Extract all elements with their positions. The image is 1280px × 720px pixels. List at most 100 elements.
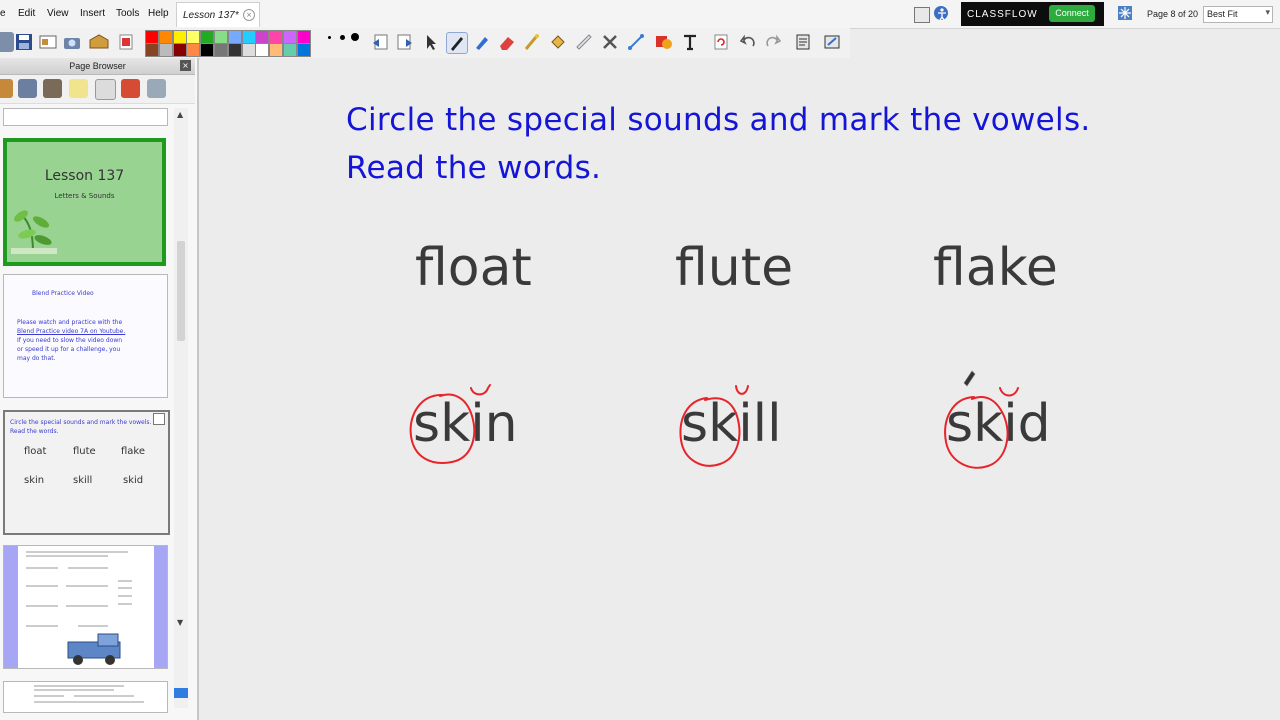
camera-icon[interactable] xyxy=(62,32,82,52)
toolbox-icon[interactable] xyxy=(822,32,842,52)
color-swatch[interactable] xyxy=(158,43,173,57)
reset-page-icon[interactable] xyxy=(711,32,731,52)
word-skill[interactable]: skill xyxy=(681,394,782,454)
color-swatch[interactable] xyxy=(145,30,159,44)
color-swatch[interactable] xyxy=(214,30,228,44)
notes-page-icon[interactable] xyxy=(69,79,88,98)
shapes-icon[interactable] xyxy=(653,32,673,52)
scroll-thumb[interactable] xyxy=(177,241,185,341)
menu-edit[interactable]: Edit xyxy=(18,8,35,19)
fill-bucket-icon[interactable] xyxy=(548,32,568,52)
menu-tools[interactable]: Tools xyxy=(116,8,139,19)
color-swatch[interactable] xyxy=(158,30,173,44)
color-swatch[interactable] xyxy=(214,43,228,57)
page-thumbnail-video[interactable]: Blend Practice Video Please watch and pr… xyxy=(3,274,168,398)
redo-icon[interactable] xyxy=(763,32,783,52)
save-icon[interactable] xyxy=(14,32,34,52)
pen-size-large[interactable] xyxy=(351,33,359,41)
color-swatch[interactable] xyxy=(269,30,284,44)
ruler-icon[interactable] xyxy=(574,32,594,52)
color-swatch[interactable] xyxy=(269,43,284,57)
close-panel-icon[interactable]: × xyxy=(180,60,191,71)
select-pointer-icon[interactable] xyxy=(421,32,441,52)
video-thumb-line-2: Blend Practice video 7A on Youtube. xyxy=(17,328,126,335)
folder-icon[interactable] xyxy=(0,79,13,98)
word-flake[interactable]: flake xyxy=(933,238,1058,298)
breve-mark-skill xyxy=(735,385,749,395)
zoom-select[interactable]: Best Fit ▾ xyxy=(1203,6,1273,23)
color-swatch[interactable] xyxy=(172,30,187,44)
scroll-up-icon[interactable]: ▲ xyxy=(177,110,183,119)
menu-insert[interactable]: Insert xyxy=(80,8,105,19)
color-swatch[interactable] xyxy=(283,43,297,57)
flipchart-icon[interactable] xyxy=(793,32,813,52)
pen-tool-icon[interactable] xyxy=(446,32,468,54)
flipchart-canvas[interactable]: Circle the special sounds and mark the v… xyxy=(200,58,1280,720)
highlighter-icon[interactable] xyxy=(472,32,492,52)
page-thumbnail-cover[interactable]: Lesson 137 Letters & Sounds xyxy=(3,138,166,266)
color-swatch[interactable] xyxy=(296,43,311,57)
word-flute[interactable]: flute xyxy=(675,238,793,298)
print-icon[interactable] xyxy=(116,32,136,52)
color-swatch[interactable] xyxy=(145,43,159,57)
page-icon[interactable] xyxy=(0,32,14,52)
scroll-down-icon[interactable]: ▼ xyxy=(177,618,183,627)
pen-size-medium[interactable] xyxy=(340,35,345,40)
page-menu-icon[interactable] xyxy=(153,413,165,425)
connect-button[interactable]: Connect xyxy=(1049,5,1095,22)
color-swatch[interactable] xyxy=(200,43,215,57)
color-swatch[interactable] xyxy=(296,30,311,44)
word-float[interactable]: float xyxy=(415,238,532,298)
page-grid-icon[interactable] xyxy=(18,79,37,98)
spinner-icon[interactable] xyxy=(121,79,140,98)
page-thumbnail-current[interactable]: Circle the special sounds and mark the v… xyxy=(3,410,170,535)
image-insert-icon[interactable] xyxy=(38,32,58,52)
color-swatch[interactable] xyxy=(241,43,256,57)
tools-icon[interactable] xyxy=(600,32,620,52)
word-skin[interactable]: skin xyxy=(413,394,518,454)
menu-file[interactable]: e xyxy=(0,8,6,19)
page-thumbnail-next[interactable] xyxy=(3,681,168,713)
home-icon[interactable] xyxy=(43,79,62,98)
current-thumb-word: skin xyxy=(24,475,45,486)
video-thumb-line-3: If you need to slow the video down xyxy=(17,337,123,344)
edit-icon[interactable] xyxy=(147,79,166,98)
color-swatch[interactable] xyxy=(241,30,256,44)
color-swatch[interactable] xyxy=(255,30,270,44)
color-swatch[interactable] xyxy=(172,43,187,57)
color-swatch[interactable] xyxy=(186,30,201,44)
page-browser-scrollbar[interactable]: ▲ ▼ xyxy=(174,108,188,708)
word-skid[interactable]: skid xyxy=(946,394,1051,454)
text-tool-icon[interactable] xyxy=(680,32,700,52)
menu-bar: e Edit View Insert Tools Help Lesson 137… xyxy=(0,0,1280,29)
page-thumbnail-worksheet[interactable] xyxy=(3,545,168,669)
menu-help[interactable]: Help xyxy=(148,8,169,19)
notes-icon[interactable] xyxy=(914,7,930,23)
eraser-icon[interactable] xyxy=(497,32,517,52)
color-swatch[interactable] xyxy=(255,43,270,57)
menu-view[interactable]: View xyxy=(47,8,69,19)
pen-cursor-icon xyxy=(963,370,976,387)
next-page-icon[interactable] xyxy=(395,32,415,52)
connector-icon[interactable] xyxy=(626,32,646,52)
resource-library-icon[interactable] xyxy=(88,32,109,52)
document-icon[interactable] xyxy=(95,79,116,100)
page-browser-toolbar xyxy=(0,75,195,104)
color-swatch[interactable] xyxy=(227,43,242,57)
document-tab[interactable]: Lesson 137* × xyxy=(176,2,260,27)
classflow-bar: CLASSFLOW Connect xyxy=(961,2,1104,26)
accessibility-icon[interactable] xyxy=(934,6,948,21)
magic-ink-icon[interactable] xyxy=(522,32,542,52)
previous-page-icon[interactable] xyxy=(370,32,390,52)
snowflake-settings-icon[interactable] xyxy=(1118,6,1132,20)
undo-icon[interactable] xyxy=(738,32,758,52)
close-tab-icon[interactable]: × xyxy=(243,9,255,21)
pen-size-small[interactable] xyxy=(328,36,331,39)
current-thumb-instruction-1: Circle the special sounds and mark the v… xyxy=(10,419,152,426)
current-thumb-word: skid xyxy=(123,475,144,486)
color-swatch[interactable] xyxy=(283,30,297,44)
page-thumbnail-previous[interactable] xyxy=(3,108,168,126)
color-swatch[interactable] xyxy=(186,43,201,57)
color-swatch[interactable] xyxy=(227,30,242,44)
color-swatch[interactable] xyxy=(200,30,215,44)
